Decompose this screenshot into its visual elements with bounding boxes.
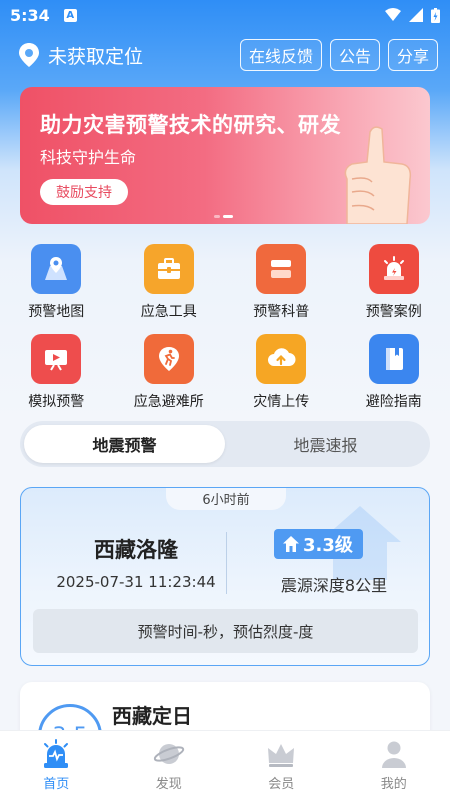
location-text: 未获取定位: [48, 45, 144, 68]
nav-member[interactable]: 会员: [225, 731, 338, 800]
wifi-icon: [385, 8, 401, 21]
crown-icon: [268, 744, 295, 767]
tab-earthquake-warning[interactable]: 地震预警: [24, 425, 225, 463]
grid-label: 灾情上传: [253, 394, 310, 410]
house-icon: [283, 536, 299, 552]
planet-icon: [153, 744, 184, 764]
banner-title: 助力灾害预警技术的研究、研发: [40, 113, 341, 137]
battery-icon: [431, 7, 440, 23]
running-person-icon: [143, 334, 194, 384]
grid-item-warning-science[interactable]: 预警科普: [225, 244, 338, 334]
announcement-button[interactable]: 公告: [329, 39, 380, 71]
location-selector[interactable]: 未获取定位: [18, 42, 143, 69]
home-alarm-icon: [44, 739, 69, 768]
quake-tabs: 地震预警 地震速报: [20, 421, 430, 467]
books-icon: [256, 244, 307, 294]
grid-item-warning-map[interactable]: 预警地图: [0, 244, 113, 334]
grid-label: 应急避难所: [133, 394, 204, 410]
grid-item-disaster-upload[interactable]: 灾情上传: [225, 334, 338, 424]
feature-grid: 预警地图 应急工具 预警科普 预警案例 模拟预警 应急避难所 灾情上传 避险指南: [0, 244, 450, 424]
feedback-button[interactable]: 在线反馈: [239, 39, 322, 71]
notification-a-icon: A: [63, 8, 77, 22]
support-button[interactable]: 鼓励支持: [40, 179, 128, 205]
quake-location-2: 西藏定日: [112, 704, 192, 728]
quake-depth: 震源深度8公里: [280, 576, 388, 595]
toolbox-icon: [143, 244, 194, 294]
grid-label: 预警科普: [253, 304, 310, 320]
user-icon: [381, 741, 406, 768]
map-icon: [31, 244, 82, 294]
tab-earthquake-report[interactable]: 地震速报: [225, 425, 426, 463]
grid-label: 避险指南: [365, 394, 422, 410]
share-button[interactable]: 分享: [387, 39, 438, 71]
cloud-upload-icon: [256, 334, 307, 384]
nav-label: 会员: [268, 777, 295, 792]
time-ago-label: 6小时前: [166, 488, 286, 510]
alarm-light-icon: [368, 244, 419, 294]
nav-home[interactable]: 首页: [0, 731, 113, 800]
magnitude-badge: 3.3级: [274, 529, 363, 559]
nav-label: 我的: [380, 777, 407, 792]
card-divider: [226, 532, 227, 594]
carousel-indicator: [214, 215, 233, 218]
grid-label: 应急工具: [140, 304, 197, 320]
nav-mine[interactable]: 我的: [338, 731, 450, 800]
grid-label: 预警地图: [28, 304, 85, 320]
bottom-nav: 首页 发现 会员 我的: [0, 730, 450, 800]
quake-datetime: 2025-07-31 11:23:44: [56, 573, 216, 591]
promo-banner[interactable]: 助力灾害预警技术的研究、研发 科技守护生命 鼓励支持: [20, 87, 430, 224]
location-pin-icon: [19, 43, 39, 67]
status-bar: 5:34 A: [0, 0, 450, 30]
earthquake-card[interactable]: 6小时前 西藏洛隆 2025-07-31 11:23:44 3.3级 震源深度8…: [20, 487, 430, 666]
grid-item-safety-guide[interactable]: 避险指南: [338, 334, 450, 424]
grid-item-warning-cases[interactable]: 预警案例: [338, 244, 450, 334]
warning-info: 预警时间-秒，预估烈度-度: [33, 609, 418, 653]
grid-item-simulate-warning[interactable]: 模拟预警: [0, 334, 113, 424]
grid-label: 模拟预警: [28, 394, 85, 410]
grid-item-emergency-tools[interactable]: 应急工具: [113, 244, 226, 334]
top-bar: 未获取定位 在线反馈 公告 分享: [18, 38, 438, 72]
nav-discover[interactable]: 发现: [113, 731, 226, 800]
status-time: 5:34: [10, 5, 50, 25]
magnitude-value: 3.3级: [303, 535, 353, 556]
quake-location: 西藏洛隆: [94, 538, 178, 562]
presentation-icon: [31, 334, 82, 384]
nav-label: 发现: [155, 777, 182, 792]
thumbs-up-icon: [344, 126, 412, 224]
signal-icon: [409, 8, 423, 22]
banner-subtitle: 科技守护生命: [40, 148, 137, 167]
book-icon: [368, 334, 419, 384]
grid-label: 预警案例: [365, 304, 422, 320]
grid-item-shelter[interactable]: 应急避难所: [113, 334, 226, 424]
nav-label: 首页: [43, 777, 70, 792]
